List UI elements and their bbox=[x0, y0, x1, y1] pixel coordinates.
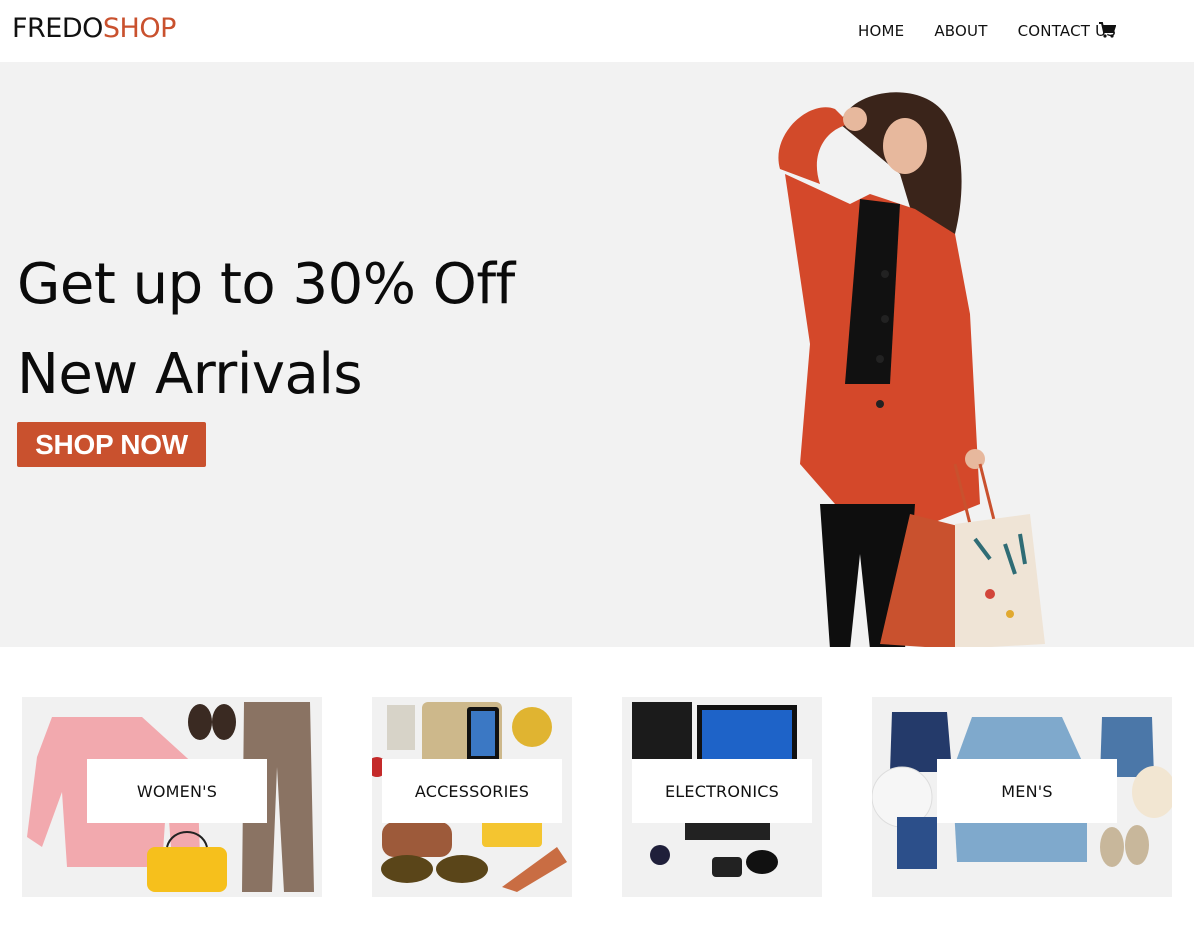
logo[interactable]: FREDOSHOP bbox=[12, 13, 176, 44]
logo-part-shop: SHOP bbox=[102, 13, 176, 44]
category-label: ACCESSORIES bbox=[382, 759, 562, 823]
category-label: WOMEN'S bbox=[87, 759, 267, 823]
logo-part-fredo: FREDO bbox=[12, 13, 103, 44]
nav-about-link[interactable]: ABOUT bbox=[934, 22, 987, 40]
navbar: FREDOSHOP HOME ABOUT CONTACT US bbox=[0, 0, 1194, 62]
hero-model-image bbox=[778, 92, 1045, 647]
hero-headline: Get up to 30% Off bbox=[17, 252, 515, 317]
category-card-electronics[interactable]: ELECTRONICS bbox=[622, 697, 822, 897]
shopping-cart-icon[interactable] bbox=[1098, 21, 1117, 39]
hero-banner: Get up to 30% Off New Arrivals SHOP NOW bbox=[0, 62, 1194, 647]
category-label: ELECTRONICS bbox=[632, 759, 812, 823]
hero-subheadline: New Arrivals bbox=[17, 342, 363, 407]
nav-home-link[interactable]: HOME bbox=[858, 22, 904, 40]
category-label: MEN'S bbox=[937, 759, 1117, 823]
main-nav: HOME ABOUT CONTACT US bbox=[858, 0, 1116, 62]
category-card-mens[interactable]: MEN'S bbox=[872, 697, 1172, 897]
category-card-accessories[interactable]: ACCESSORIES bbox=[372, 697, 572, 897]
category-card-womens[interactable]: WOMEN'S bbox=[22, 697, 322, 897]
shop-now-button[interactable]: SHOP NOW bbox=[17, 422, 206, 467]
